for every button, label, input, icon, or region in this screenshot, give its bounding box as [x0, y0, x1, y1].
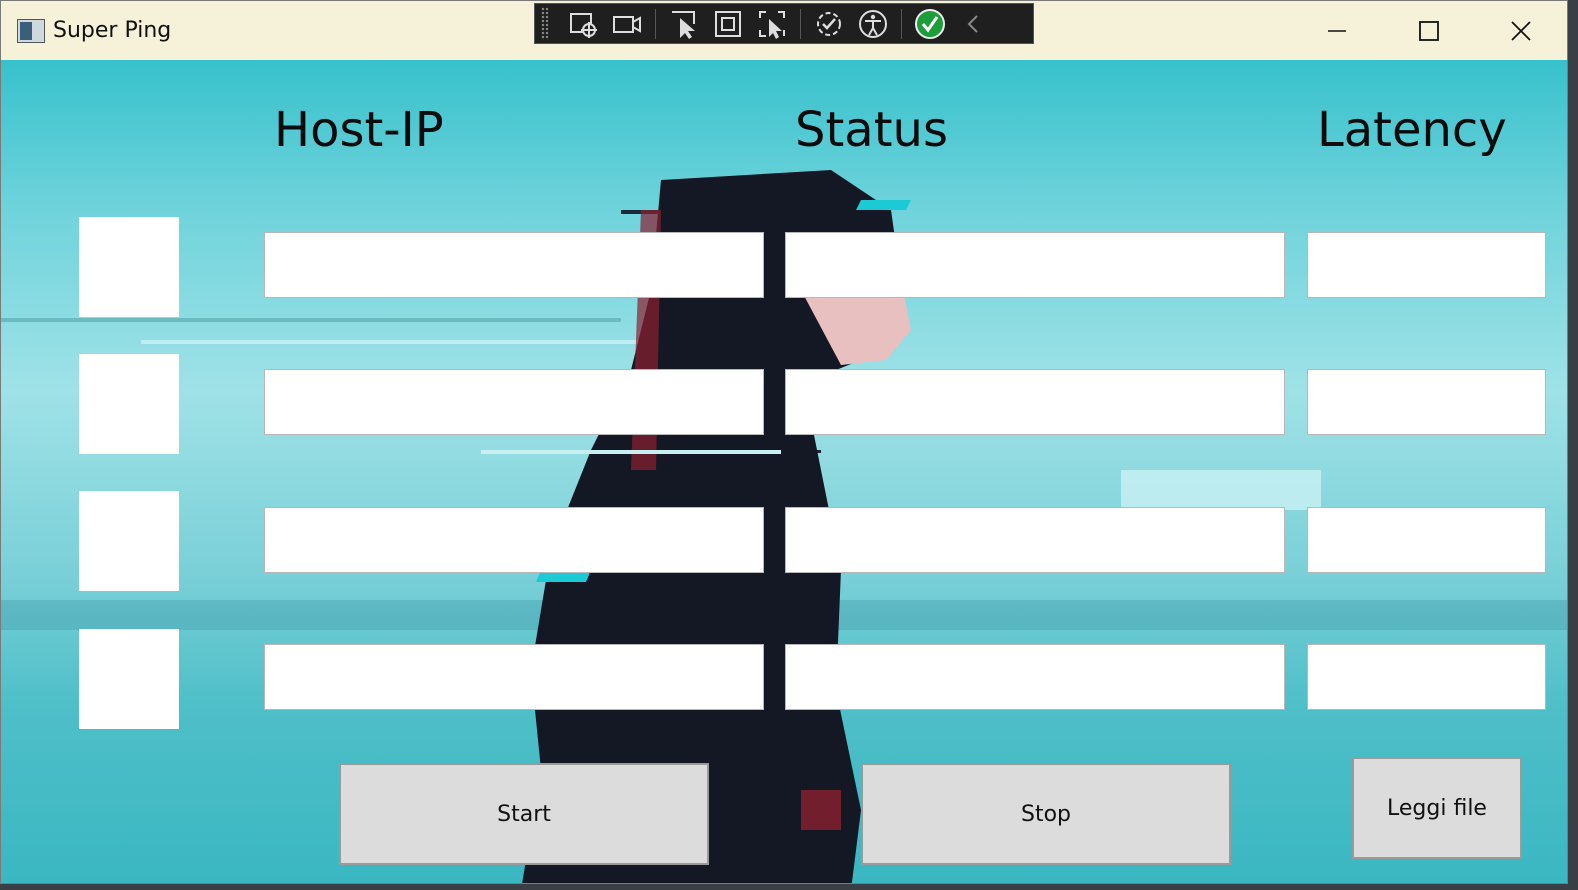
- maximize-button[interactable]: [1383, 1, 1475, 60]
- latency-field-2[interactable]: [1307, 369, 1546, 435]
- status-field-1[interactable]: [785, 232, 1285, 298]
- minimize-button[interactable]: [1291, 1, 1383, 60]
- status-indicator-2: [79, 354, 179, 454]
- latency-field-1[interactable]: [1307, 232, 1546, 298]
- close-icon: [1511, 20, 1531, 41]
- select-element-icon[interactable]: [561, 5, 605, 42]
- start-button[interactable]: Start: [339, 763, 709, 865]
- accessibility-icon[interactable]: [851, 5, 895, 42]
- toolbar-separator: [800, 8, 801, 39]
- record-icon[interactable]: [605, 5, 649, 42]
- status-indicator-1: [79, 217, 179, 317]
- host-ip-field-2[interactable]: [264, 369, 764, 435]
- toolbar-separator: [655, 8, 656, 39]
- status-indicator-3: [79, 491, 179, 591]
- close-button[interactable]: [1475, 1, 1567, 60]
- toolbar-separator: [901, 8, 902, 39]
- app-icon: [17, 19, 45, 43]
- track-focus-icon[interactable]: [750, 5, 794, 42]
- cursor-select-icon[interactable]: [662, 5, 706, 42]
- header-status: Status: [795, 102, 948, 158]
- stop-button[interactable]: Stop: [861, 763, 1231, 865]
- main-content: Host-IP Status Latency Start Stop Leggi …: [1, 60, 1567, 883]
- host-ip-field-3[interactable]: [264, 507, 764, 573]
- title-bar[interactable]: Super Ping: [1, 1, 1567, 60]
- status-field-3[interactable]: [785, 507, 1285, 573]
- toolbar-grip[interactable]: [541, 7, 549, 40]
- header-host-ip: Host-IP: [274, 102, 444, 158]
- collapse-chevron-icon[interactable]: [952, 5, 996, 42]
- window-title: Super Ping: [53, 18, 172, 43]
- status-field-4[interactable]: [785, 644, 1285, 710]
- binding-check-icon[interactable]: [908, 5, 952, 42]
- glitch-band: [1121, 470, 1321, 510]
- header-latency: Latency: [1317, 102, 1507, 158]
- xaml-debug-toolbar: [534, 3, 1034, 44]
- app-window: Super Ping Host-IP Status Latency Start …: [0, 0, 1568, 884]
- layout-bounds-icon[interactable]: [706, 5, 750, 42]
- hot-reload-icon[interactable]: [807, 5, 851, 42]
- minimize-icon: [1328, 29, 1346, 32]
- status-indicator-4: [79, 629, 179, 729]
- latency-field-3[interactable]: [1307, 507, 1546, 573]
- read-file-button[interactable]: Leggi file: [1352, 757, 1522, 859]
- maximize-icon: [1419, 20, 1439, 41]
- status-field-2[interactable]: [785, 369, 1285, 435]
- host-ip-field-4[interactable]: [264, 644, 764, 710]
- latency-field-4[interactable]: [1307, 644, 1546, 710]
- host-ip-field-1[interactable]: [264, 232, 764, 298]
